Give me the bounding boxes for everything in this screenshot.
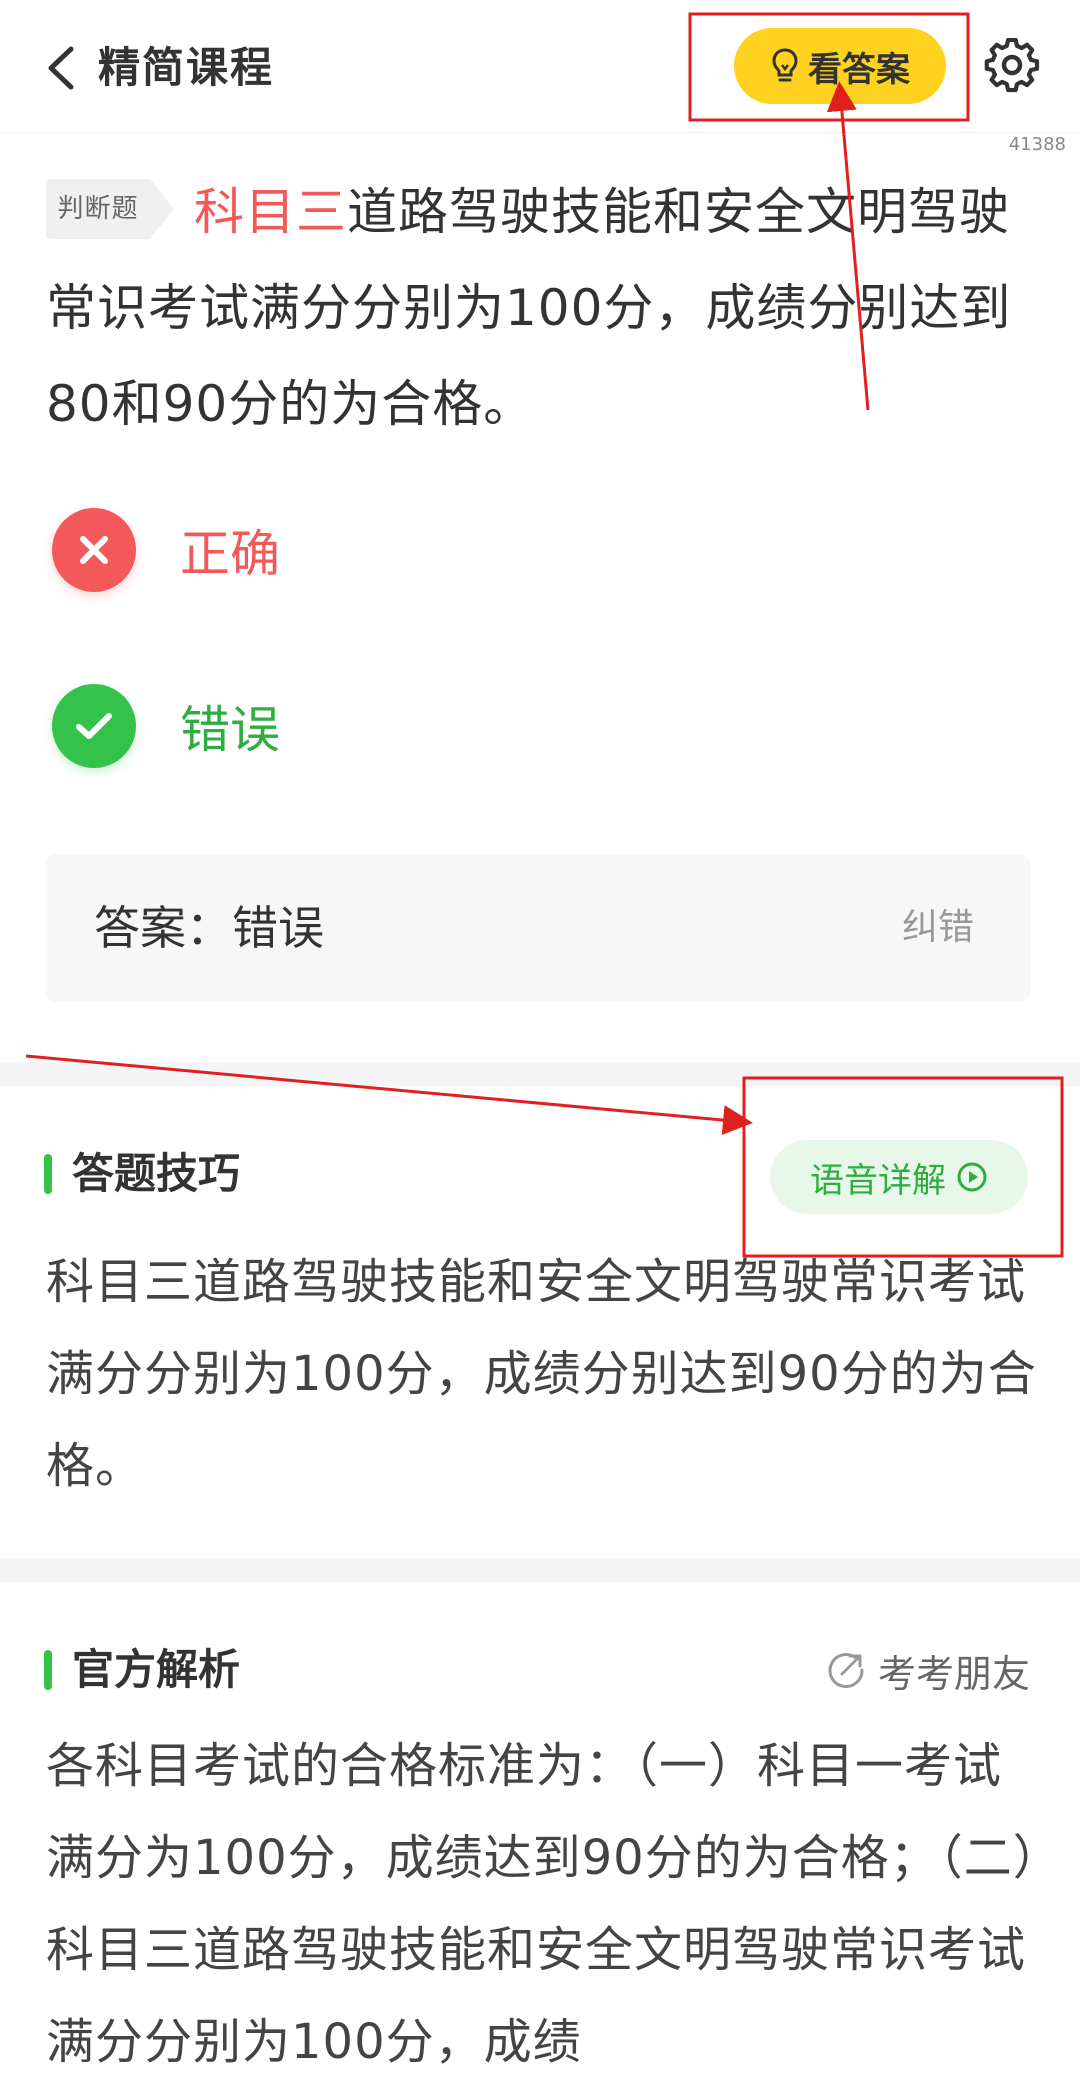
- gear-icon: [984, 38, 1040, 93]
- section-divider: [0, 1558, 1080, 1582]
- question-text: 道路驾驶技能和安全文明驾驶常识考试满分分别为100分，成绩分别达到80和90分的…: [46, 183, 1012, 433]
- voice-explanation-button[interactable]: 语音详解: [770, 1140, 1028, 1214]
- option-label: 错误: [180, 701, 280, 759]
- share-link-label: 考考朋友: [877, 1651, 1030, 1696]
- voice-explanation-label: 语音详解: [810, 1160, 946, 1201]
- question-keyword: 科目三: [194, 183, 347, 241]
- check-icon: [52, 684, 136, 768]
- option-label: 正确: [180, 525, 280, 583]
- section-divider: [0, 1062, 1080, 1086]
- close-icon: [52, 508, 136, 592]
- page-title: 精简课程: [98, 43, 275, 92]
- back-button[interactable]: [32, 36, 88, 100]
- question-stem: 判断题 科目三道路驾驶技能和安全文明驾驶常识考试满分分别为100分，成绩分别达到8…: [46, 164, 1040, 452]
- share-icon: [826, 1650, 866, 1690]
- question-type-badge: 判断题: [46, 179, 174, 239]
- option-false[interactable]: 错误: [52, 682, 280, 770]
- section-accent-bar: [44, 1650, 52, 1690]
- view-answer-label: 看答案: [808, 49, 910, 90]
- answer-box: 答案：错误 纠错: [46, 854, 1030, 1002]
- report-error-link[interactable]: 纠错: [902, 854, 974, 1002]
- lightbulb-icon: [770, 47, 800, 85]
- official-body: 各科目考试的合格标准为：（一）科目一考试满分为100分，成绩达到90分的为合格；…: [46, 1738, 1038, 2070]
- option-true[interactable]: 正确: [52, 506, 280, 594]
- chevron-left-icon: [48, 46, 74, 90]
- share-link[interactable]: 考考朋友: [826, 1640, 1030, 1700]
- view-answer-button[interactable]: 看答案: [734, 28, 946, 104]
- top-nav-bar: 精简课程 看答案: [0, 0, 1080, 133]
- tips-section-title: 答题技巧: [72, 1149, 241, 1198]
- answer-text: 答案：错误: [94, 901, 324, 955]
- section-accent-bar: [44, 1154, 52, 1194]
- question-id: 41388: [1008, 134, 1066, 155]
- play-circle-icon: [956, 1161, 988, 1193]
- official-section-title: 官方解析: [72, 1645, 241, 1694]
- tips-body: 科目三道路驾驶技能和安全文明驾驶常识考试满分分别为100分，成绩分别达到90分的…: [46, 1254, 1037, 1494]
- settings-button[interactable]: [982, 36, 1042, 96]
